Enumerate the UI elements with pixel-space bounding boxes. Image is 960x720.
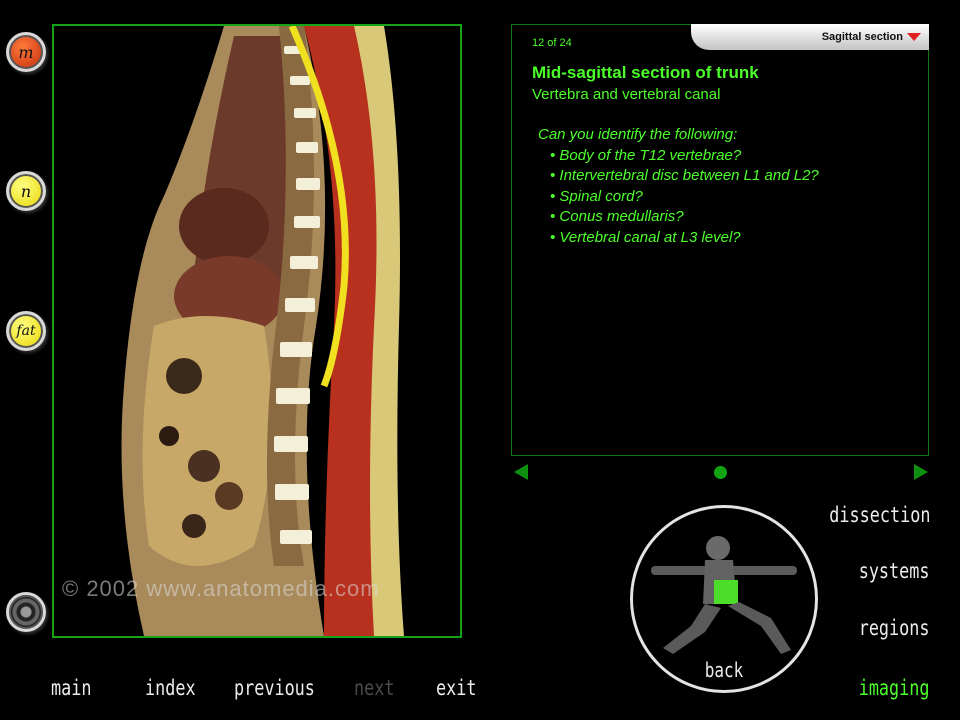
- question-item: Intervertebral disc between L1 and L2?: [550, 166, 818, 187]
- regions-link[interactable]: regions: [859, 616, 930, 640]
- next-link-disabled: next: [354, 676, 395, 700]
- next-slide-arrow-icon[interactable]: [914, 464, 928, 480]
- question-item: Body of the T12 vertebrae?: [550, 146, 819, 167]
- audio-disc-button[interactable]: [6, 592, 46, 632]
- section-dropdown-label: Sagittal section: [821, 31, 903, 43]
- nerve-toggle-button[interactable]: n: [6, 171, 46, 211]
- question-item: Vertebral canal at L3 level?: [550, 228, 819, 249]
- previous-link[interactable]: previous: [234, 676, 315, 700]
- index-link[interactable]: index: [145, 676, 196, 700]
- question-list: Body of the T12 vertebrae? Intervertebra…: [538, 146, 819, 249]
- fat-toggle-button[interactable]: fat: [6, 311, 46, 351]
- sagittal-section-image: © 2002 www.anatomedia.com: [52, 24, 462, 638]
- fat-toggle-label: fat: [16, 323, 36, 339]
- question-block: Can you identify the following: Body of …: [538, 125, 819, 248]
- page-title: Mid-sagittal section of trunk: [532, 63, 759, 82]
- systems-link[interactable]: systems: [859, 559, 930, 583]
- question-prompt: Can you identify the following:: [538, 126, 738, 143]
- section-dropdown[interactable]: Sagittal section: [691, 24, 929, 50]
- copyright-watermark: © 2002 www.anatomedia.com: [62, 576, 380, 601]
- muscle-toggle-button[interactable]: m: [6, 32, 46, 72]
- question-item: Conus medullaris?: [550, 207, 819, 228]
- dropdown-arrow-icon: [907, 33, 921, 41]
- muscle-toggle-label: m: [18, 42, 34, 62]
- info-panel: 12 of 24 Sagittal section Mid-sagittal s…: [511, 24, 929, 456]
- slide-indicator-dot[interactable]: [714, 466, 727, 479]
- question-item: Spinal cord?: [550, 187, 819, 208]
- sagittal-anatomy-illustration: [121, 26, 404, 636]
- page-counter: 12 of 24: [532, 37, 572, 49]
- dissection-link[interactable]: dissection: [829, 503, 930, 527]
- back-label: back: [704, 658, 744, 682]
- back-button[interactable]: back: [630, 505, 818, 693]
- nerve-toggle-label: n: [20, 181, 32, 201]
- previous-slide-arrow-icon[interactable]: [514, 464, 528, 480]
- main-link[interactable]: main: [51, 676, 91, 700]
- page-subtitle: Vertebra and vertebral canal: [532, 86, 721, 103]
- imaging-link[interactable]: imaging: [859, 676, 930, 700]
- exit-link[interactable]: exit: [436, 676, 476, 700]
